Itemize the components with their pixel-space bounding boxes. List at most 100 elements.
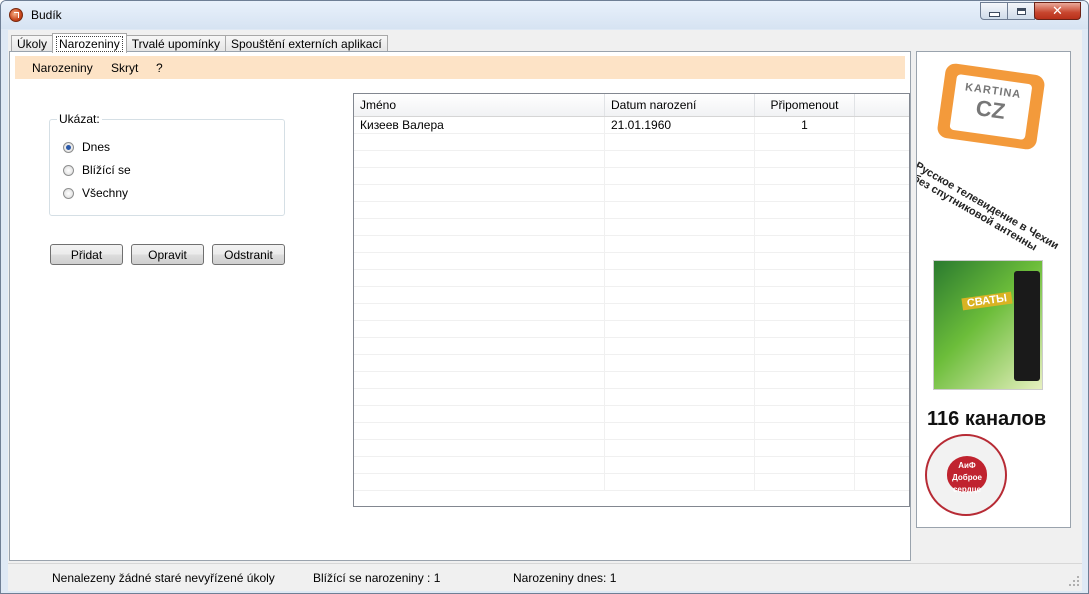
menu-help[interactable]: ? [156,61,163,75]
remove-button[interactable]: Odstranit [212,244,285,265]
empty-table-row [354,372,909,389]
cell-remind [755,338,855,355]
cell-name [354,287,605,304]
radio-vsechny[interactable]: Všechny [63,186,128,200]
radio-unchecked-icon[interactable] [63,164,74,176]
cell-date [605,219,755,236]
radio-blizici-se[interactable]: Blížící se [63,163,131,177]
add-button[interactable]: Přidat [50,244,123,265]
cell-remind [755,236,855,253]
cell-name [354,168,605,185]
cell-name [354,236,605,253]
tab-strip: Úkoly Narozeniny Trvalé upomínky Spouště… [11,33,388,53]
edit-button[interactable]: Opravit [131,244,204,265]
cell-name [354,185,605,202]
cell-date [605,321,755,338]
radio-dnes[interactable]: Dnes [63,140,110,154]
cell-name [354,355,605,372]
cell-remind: 1 [755,117,855,134]
cell-name [354,440,605,457]
dvd-title: СВАТЫ [961,291,1013,311]
column-header-remind[interactable]: Připomenout [755,94,855,116]
menu-bar: Narozeniny Skryt ? [15,56,905,79]
radio-label: Blížící se [82,163,131,177]
tab-trvale-upominky[interactable]: Trvalé upomínky [125,35,226,52]
cell-empty [855,236,909,253]
cell-remind [755,474,855,491]
menu-skryt[interactable]: Skryt [111,61,138,75]
cell-empty [855,253,909,270]
ad-slogan: Русское телевидение в Чехии без спутнико… [917,160,1061,258]
tab-spousteni-aplikaci[interactable]: Spouštění externích aplikací [224,35,388,52]
charity-badge: АиФ Доброе сердце [925,434,1007,516]
logo-inner: KARTINA CZ [949,73,1033,141]
table-row[interactable]: Кизеев Валера 21.01.1960 1 [354,117,909,134]
cell-remind [755,270,855,287]
cell-name [354,406,605,423]
cell-empty [855,304,909,321]
table-header: Jméno Datum narození Připomenout [354,94,909,117]
cell-date [605,270,755,287]
dvd-case-side [1014,271,1040,381]
cell-date [605,338,755,355]
column-header-date[interactable]: Datum narození [605,94,755,116]
birthdays-panel: Narozeniny Skryt ? Ukázat: Dnes Blížící … [9,51,911,561]
tab-label: Trvalé upomínky [131,37,220,51]
cell-name [354,304,605,321]
window-title: Budík [31,8,62,22]
title-bar[interactable]: Budík ✕ [1,1,1088,29]
cell-empty [855,151,909,168]
cell-empty [855,372,909,389]
column-header-name[interactable]: Jméno [354,94,605,116]
close-button[interactable]: ✕ [1034,2,1081,20]
empty-table-row [354,389,909,406]
cell-empty [855,202,909,219]
menu-narozeniny[interactable]: Narozeniny [32,61,93,75]
empty-table-row [354,168,909,185]
advertisement-panel[interactable]: KARTINA CZ Русское телевидение в Чехии б… [916,51,1071,528]
tab-label: Narozeniny [56,35,123,52]
cell-date [605,406,755,423]
cell-name [354,270,605,287]
alarm-clock-icon[interactable] [9,8,23,22]
resize-grip-icon[interactable] [1069,576,1079,586]
cell-name [354,253,605,270]
tab-narozeniny[interactable]: Narozeniny [52,33,127,53]
empty-table-row [354,355,909,372]
cell-empty [855,134,909,151]
cell-date [605,168,755,185]
empty-table-row [354,406,909,423]
empty-table-row [354,270,909,287]
cell-remind [755,406,855,423]
status-upcoming-birthdays: Blížící se narozeniny : 1 [313,571,441,585]
cell-empty [855,321,909,338]
minimize-button[interactable] [980,2,1008,20]
cell-name [354,151,605,168]
cell-empty [855,338,909,355]
cell-empty [855,406,909,423]
cell-date [605,253,755,270]
empty-table-row [354,474,909,491]
cell-remind [755,440,855,457]
status-old-tasks: Nenalezeny žádné staré nevyřízené úkoly [52,571,275,585]
maximize-button[interactable] [1007,2,1035,20]
app-window: Budík ✕ Úkoly Narozeniny Trvalé upomínky… [0,0,1089,594]
birthdays-table[interactable]: Jméno Datum narození Připomenout Кизеев … [353,93,910,507]
cell-empty [855,389,909,406]
tab-ukoly[interactable]: Úkoly [11,35,54,52]
heart-icon: АиФ Доброе сердце [947,456,987,494]
cell-empty [855,355,909,372]
cell-remind [755,355,855,372]
radio-unchecked-icon[interactable] [63,187,74,199]
cell-remind [755,185,855,202]
cell-name [354,134,605,151]
status-today-birthdays: Narozeniny dnes: 1 [513,571,617,585]
cell-name [354,219,605,236]
empty-table-row [354,185,909,202]
status-bar: Nenalezeny žádné staré nevyřízené úkoly … [8,563,1082,588]
cell-remind [755,151,855,168]
cell-empty [855,185,909,202]
cell-empty [855,270,909,287]
cell-empty [855,287,909,304]
radio-checked-icon[interactable] [63,141,74,153]
